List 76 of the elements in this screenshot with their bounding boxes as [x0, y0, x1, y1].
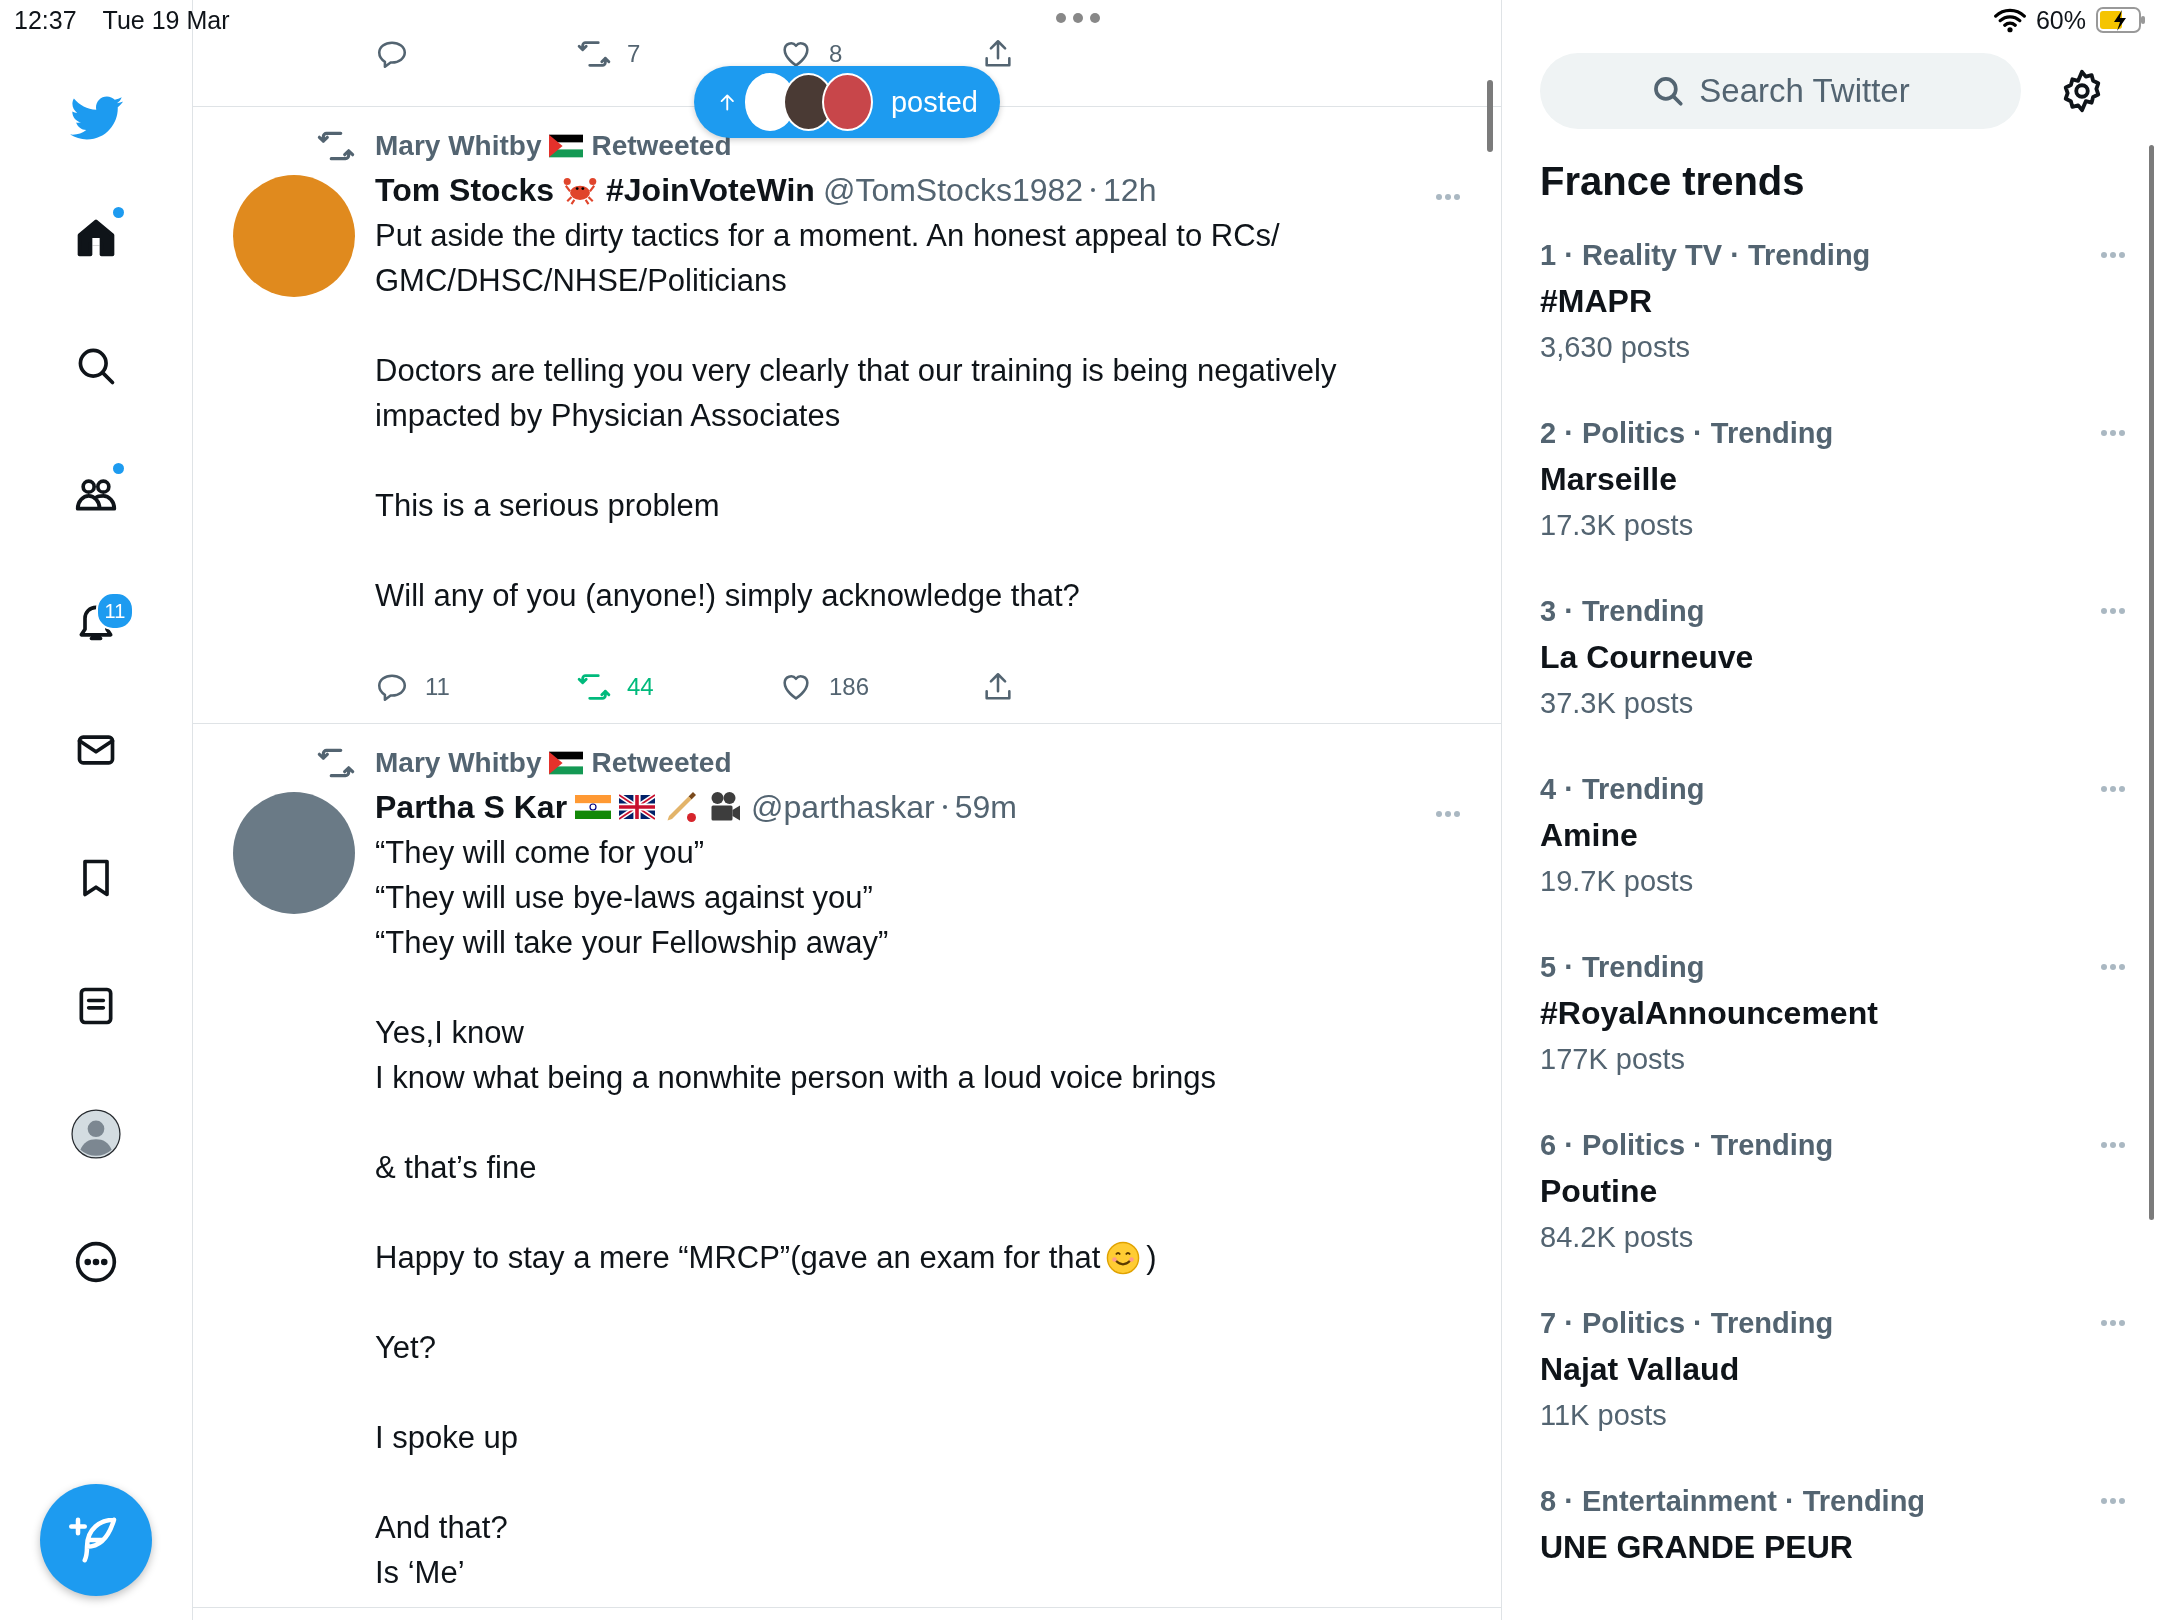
- date: Tue 19 Mar: [102, 5, 230, 35]
- tweet-text: Yet?: [375, 1329, 436, 1367]
- tweet-text: “They will come for you” “They will use bye-laws against you” “They will take your Fellowship away”: [375, 834, 889, 962]
- flag-icon: [575, 794, 612, 820]
- tweet-text: Put aside the dirty tactics for a moment. An honest appeal to RCs/ GMC/DHSC/NHSE/Politicians: [375, 217, 1280, 300]
- wifi-icon: [1993, 7, 2026, 33]
- search-field[interactable]: Search Twitter: [1540, 53, 2021, 129]
- reply-count: 11: [425, 673, 450, 701]
- trend-category: 5 · Trending: [1540, 949, 1706, 985]
- tweet-text: I spoke up: [375, 1419, 519, 1457]
- trend-post-count: 17.3K posts: [1540, 507, 1695, 543]
- trends-title: France trends: [1540, 159, 1806, 204]
- author-name[interactable]: Tom Stocks: [375, 171, 554, 209]
- more-icon[interactable]: [2100, 963, 2126, 971]
- tweet-text: Will any of you (anyone!) simply acknowledge that?: [375, 577, 1080, 615]
- tweet-text: Yes,I know I know what being a nonwhite person with a loud voice brings: [375, 1014, 1216, 1097]
- trend-name[interactable]: #MAPR: [1540, 278, 2100, 324]
- trend-post-count: 3,630 posts: [1540, 329, 1691, 365]
- battery-percentage: 60%: [2035, 5, 2086, 35]
- trend-post-count: 84.2K posts: [1540, 1219, 1695, 1255]
- author-name[interactable]: Partha S Kar: [375, 788, 568, 826]
- more-icon[interactable]: [2100, 1319, 2126, 1327]
- more-icon[interactable]: [1435, 192, 1461, 201]
- tweet-text: ): [1146, 1239, 1157, 1277]
- notification-badge: 11: [96, 592, 134, 630]
- retweet-count: 44: [627, 673, 654, 701]
- more-icon[interactable]: [2100, 251, 2126, 259]
- more-icon[interactable]: [1435, 809, 1461, 818]
- author-name-hashtag: #JoinVoteWin: [606, 171, 815, 209]
- retweeter-name[interactable]: Mary Whitby: [375, 130, 542, 162]
- trend-post-count: 177K posts: [1540, 1041, 1687, 1077]
- more-icon[interactable]: [2100, 1497, 2126, 1505]
- flag-icon: [549, 134, 584, 158]
- trend-category: 6 · Politics · Trending: [1540, 1127, 1835, 1163]
- clock: 12:37: [14, 5, 77, 35]
- tweet-text: Happy to stay a mere “MRCP”(gave an exam for that: [375, 1239, 1101, 1277]
- retweeted-label: Retweeted: [591, 747, 732, 779]
- battery-icon: [2096, 7, 2146, 33]
- search-icon: [1651, 74, 1686, 108]
- like-count: 186: [829, 673, 870, 701]
- trend-category: 3 · Trending: [1540, 593, 1706, 629]
- retweeter-name[interactable]: Mary Whitby: [375, 747, 542, 779]
- trend-post-count: 11K posts: [1540, 1397, 1668, 1433]
- more-icon[interactable]: [2100, 429, 2126, 437]
- multitasking-dots-icon[interactable]: [1055, 12, 1101, 24]
- trend-name[interactable]: La Courneuve: [1540, 634, 2100, 680]
- trend-name[interactable]: Najat Vallaud: [1540, 1346, 2100, 1392]
- trend-name[interactable]: Poutine: [1540, 1168, 2100, 1214]
- tweet-text: And that? Is ‘Me’: [375, 1509, 508, 1592]
- tweet-time: 59m: [954, 788, 1017, 826]
- trend-name[interactable]: Amine: [1540, 812, 2100, 858]
- author-handle[interactable]: @parthaskar: [751, 788, 935, 826]
- trend-category: 7 · Politics · Trending: [1540, 1305, 1835, 1341]
- trend-name[interactable]: Marseille: [1540, 456, 2100, 502]
- compose-button[interactable]: [40, 1484, 152, 1596]
- tweet-text: This is a serious problem: [375, 487, 720, 525]
- trend-category: 4 · Trending: [1540, 771, 1706, 807]
- tweet-text: & that’s fine: [375, 1149, 537, 1187]
- more-icon[interactable]: [2100, 1141, 2126, 1149]
- trend-category: 1 · Reality TV · Trending: [1540, 237, 1872, 273]
- tweet-text: Doctors are telling you very clearly that our training is being negatively impacted by Physician Associates: [375, 352, 1337, 435]
- flag-icon: [549, 751, 584, 775]
- trend-post-count: 19.7K posts: [1540, 863, 1695, 899]
- retweet-count: 7: [627, 40, 641, 68]
- trend-post-count: 37.3K posts: [1540, 685, 1695, 721]
- trend-name[interactable]: UNE GRANDE PEUR: [1540, 1524, 2100, 1570]
- flag-icon: [619, 794, 656, 820]
- more-icon[interactable]: [2100, 785, 2126, 793]
- trend-category: 8 · Entertainment · Trending: [1540, 1483, 1927, 1519]
- trend-name[interactable]: #RoyalAnnouncement: [1540, 990, 2100, 1036]
- more-icon[interactable]: [2100, 607, 2126, 615]
- author-handle[interactable]: @TomStocks1982: [822, 171, 1084, 209]
- like-count: 8: [829, 40, 843, 68]
- smiling-face-icon: [1106, 1240, 1141, 1275]
- tweet-time: 12h: [1103, 171, 1157, 209]
- trend-category: 2 · Politics · Trending: [1540, 415, 1835, 451]
